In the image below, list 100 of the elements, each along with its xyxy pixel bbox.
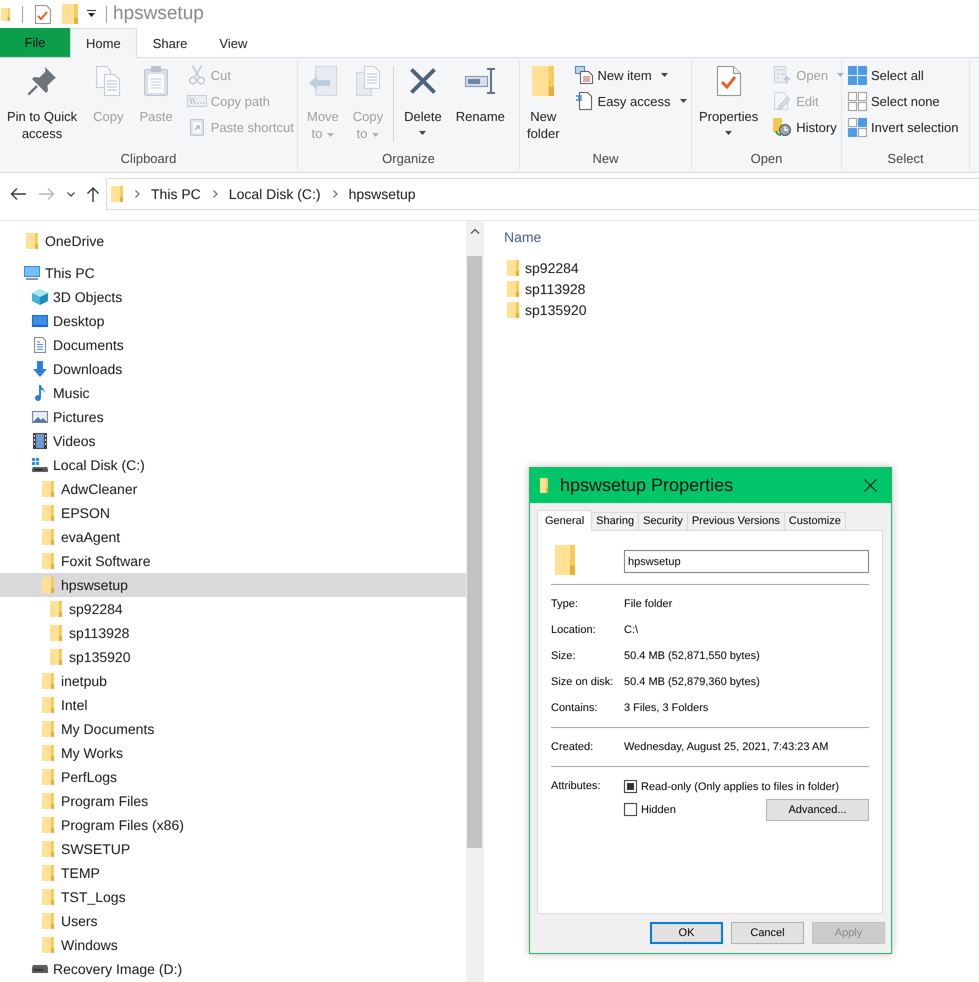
scroll-up-icon[interactable] [470, 228, 480, 234]
chevron-icon[interactable] [332, 190, 338, 198]
tree-item[interactable]: Videos [32, 429, 100, 453]
tree-item[interactable]: Program Files (x86) [40, 813, 188, 837]
tree-item[interactable]: inetpub [40, 669, 111, 693]
folder-icon [50, 649, 62, 665]
property-label: Size: [551, 650, 576, 662]
name-field[interactable]: hpswsetup [624, 550, 869, 573]
folder-icon [42, 577, 54, 593]
file-item[interactable]: sp92284 [507, 257, 582, 278]
tree-item[interactable]: Intel [40, 693, 92, 717]
tree-item[interactable]: OneDrive [24, 229, 108, 253]
delete-button[interactable]: Delete [400, 62, 446, 138]
tree-item[interactable]: sp135920 [48, 645, 135, 669]
group-label: Open [750, 150, 784, 168]
tree-item[interactable]: sp113928 [48, 621, 134, 645]
file-item[interactable]: sp113928 [507, 278, 588, 299]
tree-item[interactable]: Documents [32, 333, 128, 357]
advanced-button[interactable]: Advanced... [766, 798, 869, 820]
dialog-tab[interactable]: General [537, 510, 592, 531]
history-button[interactable]: History [770, 114, 846, 140]
copy-icon [96, 66, 120, 96]
properties-button[interactable]: Properties [695, 62, 762, 138]
breadcrumb-item[interactable]: hpswsetup [348, 186, 416, 202]
tree-item[interactable]: My Documents [40, 717, 158, 741]
folder-icon [26, 233, 38, 249]
group-label: New [591, 150, 620, 168]
tree-item[interactable]: TEMP [40, 861, 104, 885]
pin-to-quick-access-button[interactable]: Pin to Quick access [3, 62, 82, 145]
tree-item[interactable]: Foxit Software [40, 549, 154, 573]
ribbon-tab[interactable]: Share [136, 28, 204, 57]
tree-item[interactable]: SWSETUP [40, 837, 134, 861]
rename-button[interactable]: Rename [452, 62, 509, 128]
tree-item[interactable]: Downloads [32, 357, 126, 381]
property-value: 50.4 MB (52,871,550 bytes) [624, 650, 760, 662]
tree-item[interactable]: Pictures [32, 405, 108, 429]
document-check-icon[interactable] [35, 4, 51, 24]
property-value: File folder [624, 598, 672, 610]
folder-icon [111, 186, 123, 202]
chevron-icon[interactable] [135, 190, 140, 198]
property-value: Wednesday, August 25, 2021, 7:43:23 AM [624, 741, 828, 753]
invert-selection-icon [848, 118, 866, 136]
folder-icon [507, 260, 519, 276]
tree-item[interactable]: Music [32, 381, 94, 405]
property-label: Type: [551, 598, 579, 610]
ribbon-tab[interactable]: Home [70, 28, 137, 58]
dialog-tab[interactable]: Customize [784, 512, 846, 530]
tree-item[interactable]: My Works [40, 741, 127, 765]
folder-icon [42, 553, 54, 569]
folder-icon [42, 793, 54, 809]
tree-item[interactable]: Windows [40, 933, 122, 957]
select-all-button[interactable]: Select all [845, 62, 960, 88]
chevron-down-icon[interactable] [67, 192, 75, 196]
breadcrumb-item[interactable]: Local Disk (C:) [228, 186, 321, 202]
tree-item[interactable]: sp92284 [48, 597, 127, 621]
address-field[interactable]: This PC Local Disk (C:) hpswsetup [106, 178, 979, 210]
dialog-title: hpswsetup Properties [560, 475, 734, 496]
select-none-button[interactable]: Select none [845, 88, 960, 114]
tree-item[interactable]: AdwCleaner [40, 477, 142, 501]
chevron-icon[interactable] [212, 190, 218, 198]
back-arrow-icon[interactable] [10, 187, 26, 201]
property-label: Contains: [551, 702, 598, 714]
scissors-icon [188, 65, 205, 85]
tree-item[interactable]: Recovery Image (D:) [32, 957, 186, 981]
easy-access-icon [576, 92, 592, 110]
tree-item[interactable]: This PC [24, 261, 99, 285]
invert-selection-button[interactable]: Invert selection [845, 114, 960, 140]
checkbox[interactable] [624, 780, 637, 793]
column-header[interactable]: Name [504, 226, 542, 248]
file-item[interactable]: sp135920 [507, 299, 590, 320]
folder-icon [42, 913, 54, 929]
folder-icon [507, 280, 519, 296]
caret-icon[interactable] [87, 10, 96, 18]
music-note-icon [35, 385, 45, 401]
scrollbar[interactable] [466, 221, 483, 982]
tree-item[interactable]: PerfLogs [40, 765, 122, 789]
tree-item[interactable]: TST_Logs [40, 885, 130, 909]
scrollbar-thumb[interactable] [467, 256, 482, 848]
up-arrow-icon[interactable] [86, 186, 100, 202]
breadcrumb-item[interactable]: This PC [151, 186, 201, 202]
file-menu-tab[interactable]: File [0, 28, 70, 57]
tree-item[interactable]: hpswsetup [0, 573, 466, 597]
close-icon[interactable] [864, 479, 877, 492]
cancel-button[interactable]: Cancel [731, 922, 804, 944]
property-value: 50.4 MB (52,879,360 bytes) [624, 676, 760, 688]
tree-item[interactable]: 3D Objects [32, 285, 126, 309]
easy-access-button[interactable]: Easy access [572, 88, 689, 114]
tree-item[interactable]: evaAgent [40, 525, 124, 549]
tree-item[interactable]: Desktop [32, 309, 108, 333]
tree-item[interactable]: Local Disk (C:) [32, 453, 149, 477]
tree-item[interactable]: EPSON [40, 501, 114, 525]
ok-button[interactable]: OK [650, 922, 723, 944]
document-check-icon [716, 66, 741, 96]
ribbon-tab[interactable]: View [203, 28, 264, 57]
new-folder-button[interactable]: New folder [523, 62, 564, 145]
copy-to-icon [356, 66, 380, 96]
tree-item[interactable]: Program Files [40, 789, 152, 813]
new-item-button[interactable]: New item [572, 62, 689, 88]
checkbox[interactable] [624, 803, 637, 816]
tree-item[interactable]: Users [40, 909, 102, 933]
